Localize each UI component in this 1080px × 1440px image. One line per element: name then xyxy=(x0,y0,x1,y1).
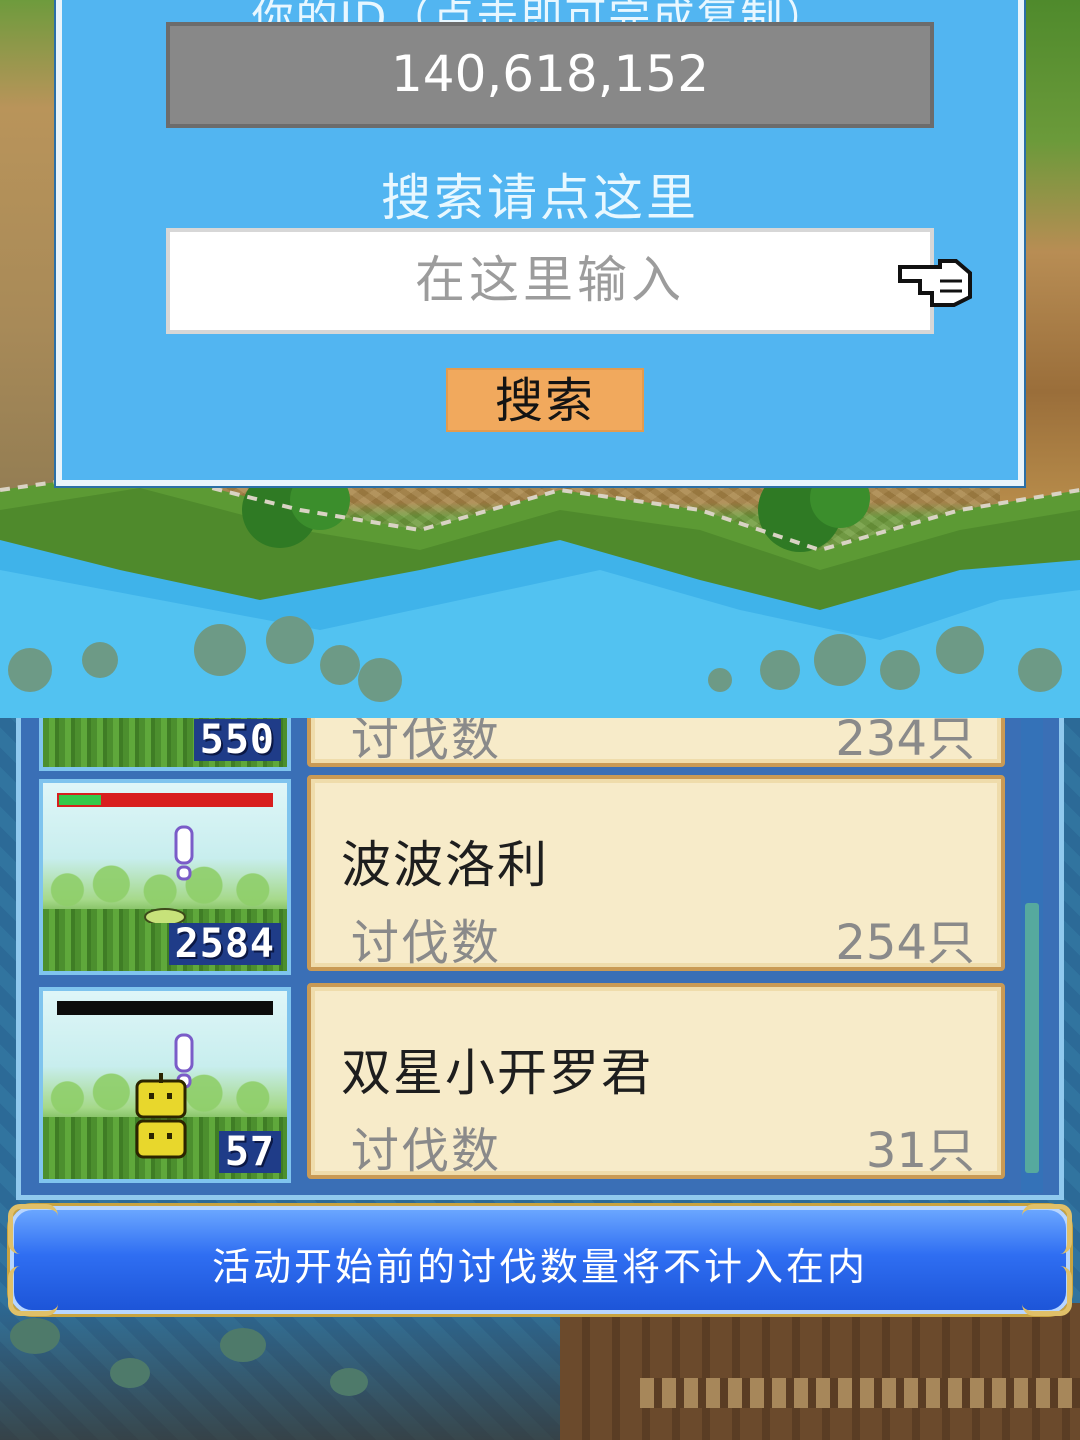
rock xyxy=(110,1358,150,1388)
defeat-list-panel: 550 讨伐数 234只 2584 波波洛利 讨伐数 254只 57 双星小开罗… xyxy=(16,718,1064,1200)
list-item[interactable]: 550 讨伐数 234只 xyxy=(21,718,1059,771)
defeat-count-label: 讨伐数 xyxy=(351,718,502,767)
monster-thumbnail: 550 xyxy=(39,718,291,771)
monster-count-badge: 550 xyxy=(193,719,281,761)
rock xyxy=(10,1318,60,1354)
monster-card: 双星小开罗君 讨伐数 31只 xyxy=(307,983,1005,1179)
dock-railing xyxy=(640,1378,1080,1408)
defeat-count-label: 讨伐数 xyxy=(351,915,502,971)
monster-card: 波波洛利 讨伐数 254只 xyxy=(307,775,1005,971)
monster-count-badge: 2584 xyxy=(168,923,281,965)
monster-count-badge: 57 xyxy=(218,1131,281,1173)
monster-sprite xyxy=(144,908,186,923)
wooden-dock xyxy=(560,1303,1080,1440)
hp-bar xyxy=(57,793,273,807)
defeat-count-value: 254只 xyxy=(835,915,975,971)
id-search-panel: 你的ID（点击即可完成复制） 140,618,152 搜索请点这里 在这里输入 … xyxy=(56,0,1024,486)
defeat-count-value: 31只 xyxy=(865,1123,975,1179)
monster-name: 波波洛利 xyxy=(341,836,549,894)
notice-banner: 活动开始前的讨伐数量将不计入在内 xyxy=(8,1204,1072,1316)
list-item[interactable]: 2584 波波洛利 讨伐数 254只 xyxy=(21,775,1059,975)
monster-thumbnail: 2584 xyxy=(39,779,291,975)
monster-thumbnail: 57 xyxy=(39,987,291,1183)
monster-card: 讨伐数 234只 xyxy=(307,718,1005,767)
rock xyxy=(330,1368,368,1396)
defeat-count-label: 讨伐数 xyxy=(351,1123,502,1179)
search-input[interactable]: 在这里输入 xyxy=(166,228,934,334)
rock xyxy=(220,1328,266,1362)
search-button[interactable]: 搜索 xyxy=(446,368,644,432)
bottom-screen: 550 讨伐数 234只 2584 波波洛利 讨伐数 254只 57 双星小开罗… xyxy=(0,718,1080,1440)
defeat-count-value: 234只 xyxy=(835,718,975,767)
top-screen: 你的ID（点击即可完成复制） 140,618,152 搜索请点这里 在这里输入 … xyxy=(0,0,1080,718)
left-terrain xyxy=(0,0,60,540)
river-water xyxy=(0,540,1080,718)
notice-text: 活动开始前的讨伐数量将不计入在内 xyxy=(211,1245,868,1289)
list-item[interactable]: 57 双星小开罗君 讨伐数 31只 xyxy=(21,983,1059,1183)
monster-sprite xyxy=(135,1073,187,1159)
monster-name: 双星小开罗君 xyxy=(341,1044,653,1102)
player-id-box[interactable]: 140,618,152 xyxy=(166,22,934,128)
search-heading: 搜索请点这里 xyxy=(381,169,699,227)
pointing-hand-icon xyxy=(898,259,972,307)
exclamation-icon xyxy=(174,825,194,881)
hp-bar xyxy=(57,1001,273,1015)
hp-fill xyxy=(59,795,102,805)
